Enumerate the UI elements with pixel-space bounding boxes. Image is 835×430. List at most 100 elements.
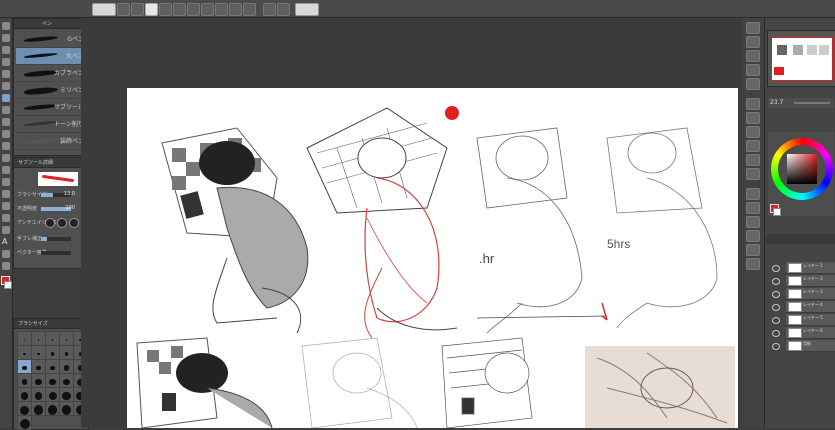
brush-size-cell[interactable] [31, 345, 46, 360]
layer-visibility-icon[interactable] [772, 317, 780, 324]
brush-tool-icon[interactable] [2, 118, 10, 126]
operation-tool-icon[interactable] [2, 46, 10, 54]
color-history-icon[interactable] [746, 168, 760, 180]
opacity-value[interactable]: 100 [65, 205, 75, 211]
frame-tool-icon[interactable] [2, 214, 10, 222]
layer-row[interactable]: レイヤー 4 [786, 301, 835, 313]
eraser-tool-icon[interactable] [2, 154, 10, 162]
layer-visibility-icon[interactable] [772, 304, 780, 311]
brush-size-value[interactable]: 13.0 [64, 191, 75, 197]
brush-size-cell[interactable] [45, 373, 60, 388]
layer-visibility-icon[interactable] [772, 291, 780, 298]
open-icon[interactable] [145, 3, 158, 16]
brush-size-cell[interactable] [59, 387, 74, 402]
brush-size-cell[interactable] [17, 373, 32, 388]
display-options-button[interactable] [295, 3, 319, 16]
layer-row[interactable]: レイヤー 1 [786, 262, 835, 274]
brush-size-cell[interactable] [45, 345, 60, 360]
layer-search-icon[interactable] [746, 202, 760, 214]
brush-item-selected[interactable]: 丸ペン [16, 48, 86, 65]
material-icon[interactable] [746, 64, 760, 76]
opacity-row[interactable]: 不透明度 100 [17, 204, 87, 214]
intermediate-color-icon[interactable] [746, 140, 760, 152]
zoom-tool-icon[interactable] [2, 22, 10, 30]
crop-icon[interactable] [215, 3, 228, 16]
layer-row[interactable]: 用紙 [786, 340, 835, 352]
brush-size-cell[interactable] [31, 387, 46, 402]
brush-size-cell[interactable] [31, 331, 46, 346]
sub-color-chip[interactable] [773, 208, 781, 216]
approximate-color-icon[interactable] [746, 154, 760, 166]
navigator-icon[interactable] [746, 22, 760, 34]
brush-size-cell[interactable] [17, 331, 32, 346]
brush-size-cell[interactable] [45, 359, 60, 374]
layer-visibility-icon[interactable] [772, 343, 780, 350]
fill-tool-icon[interactable] [2, 178, 10, 186]
brush-size-row[interactable]: ブラシサイズ 13.0 [17, 190, 87, 200]
blend-tool-icon[interactable] [2, 166, 10, 174]
layer-row[interactable]: レイヤー 3 [786, 288, 835, 300]
layer-row[interactable]: レイヤー 6 [786, 327, 835, 339]
quick-access-icon[interactable] [746, 258, 760, 270]
brush-size-cell[interactable] [59, 331, 74, 346]
pen-tool-icon[interactable] [2, 94, 10, 102]
vector-snap-row[interactable]: ベクター吸着 [17, 248, 87, 258]
auto-action-icon[interactable] [746, 230, 760, 242]
auto-select-tool-icon[interactable] [2, 70, 10, 78]
color-set-icon[interactable] [746, 126, 760, 138]
item-bank-icon[interactable] [746, 244, 760, 256]
canvas-view-button[interactable] [92, 3, 116, 16]
move-tool-icon[interactable] [2, 34, 10, 42]
brush-item[interactable]: トーン削り [16, 116, 86, 133]
brush-item[interactable]: Gペン [16, 31, 86, 48]
text-tool-icon[interactable]: A [2, 238, 10, 246]
ruler-tool-icon[interactable] [2, 226, 10, 234]
layer-row[interactable]: レイヤー 5 [786, 314, 835, 326]
hue-ring[interactable] [771, 138, 833, 200]
color-slider-icon[interactable] [746, 112, 760, 124]
brush-size-cell[interactable] [31, 373, 46, 388]
brush-size-cell[interactable] [45, 401, 60, 416]
brush-size-cell[interactable] [17, 401, 32, 416]
stabilization-row[interactable]: 手ブレ補正 [17, 234, 87, 244]
brush-size-cell[interactable] [59, 401, 74, 416]
brush-size-cell[interactable] [31, 401, 46, 416]
brush-size-cell[interactable] [59, 373, 74, 388]
brush-item[interactable]: ミリペン [16, 82, 86, 99]
color-wheel-icon[interactable] [746, 98, 760, 110]
new-file-icon[interactable] [117, 3, 130, 16]
save-icon[interactable] [131, 3, 144, 16]
saturation-value-square[interactable] [787, 154, 817, 184]
brush-size-cell[interactable] [31, 359, 46, 374]
brush-size-cell[interactable] [45, 387, 60, 402]
select-icon[interactable] [201, 3, 214, 16]
undo-icon[interactable] [159, 3, 172, 16]
gradient-tool-icon[interactable] [2, 190, 10, 198]
brush-item[interactable]: サブツール [16, 99, 86, 116]
decoration-tool-icon[interactable] [2, 142, 10, 150]
lasso-icon[interactable] [263, 3, 276, 16]
invert-selection-icon[interactable] [243, 3, 256, 16]
sub-tool-tab[interactable]: ペン [42, 20, 52, 27]
correct-line-tool-icon[interactable] [2, 262, 10, 270]
navigator-preview[interactable] [771, 37, 833, 81]
layer-row[interactable]: レイヤー 2 [786, 275, 835, 287]
brush-size-cell[interactable] [17, 387, 32, 402]
transform-icon[interactable] [187, 3, 200, 16]
canvas-paper[interactable]: .hr 5hrs [127, 88, 738, 428]
brush-size-cell[interactable] [17, 345, 32, 360]
layer-visibility-icon[interactable] [772, 265, 780, 272]
balloon-tool-icon[interactable] [2, 250, 10, 258]
brush-item[interactable]: カブラペン [16, 65, 86, 82]
history-icon[interactable] [746, 78, 760, 90]
pencil-tool-icon[interactable] [2, 106, 10, 114]
eyedropper-tool-icon[interactable] [2, 82, 10, 90]
brush-size-cell[interactable] [45, 331, 60, 346]
brush-size-cell[interactable] [59, 345, 74, 360]
layer-visibility-icon[interactable] [772, 278, 780, 285]
zoom-slider[interactable] [794, 102, 830, 104]
animation-icon[interactable] [746, 216, 760, 228]
layer-panel-icon[interactable] [746, 188, 760, 200]
sub-color-swatch[interactable] [4, 281, 12, 289]
antialias-row[interactable]: アンチエイリアス [17, 218, 87, 228]
